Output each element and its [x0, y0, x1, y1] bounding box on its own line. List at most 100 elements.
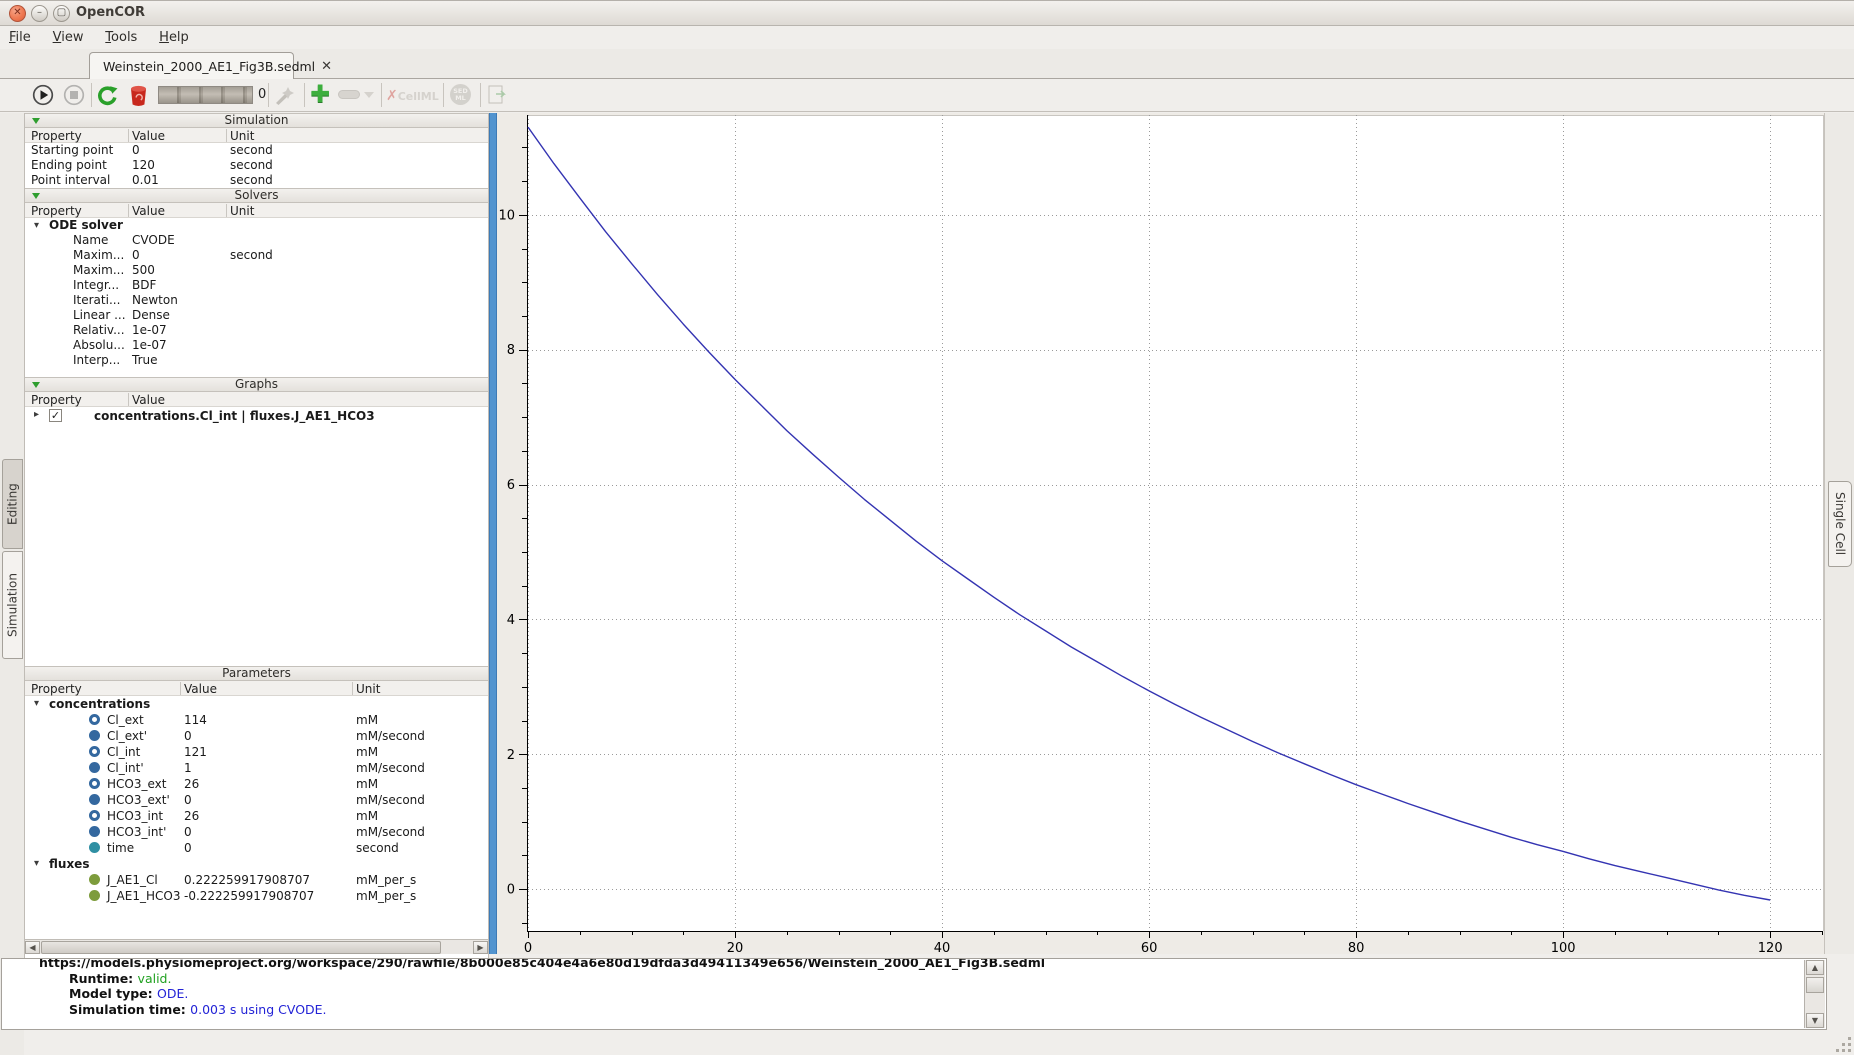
horizontal-scrollbar[interactable]: ◀ ▶ — [25, 939, 488, 954]
scroll-down-icon[interactable]: ▼ — [1806, 1013, 1824, 1028]
column-header: Property — [31, 204, 82, 218]
parameter-value: 0 — [184, 728, 192, 744]
property-row[interactable]: Point interval0.01second — [25, 173, 488, 188]
reset-parameters-button[interactable] — [96, 84, 119, 107]
property-value[interactable]: 0.01 — [132, 173, 159, 188]
column-divider[interactable] — [180, 682, 181, 695]
property-value[interactable]: 500 — [132, 263, 155, 278]
minimize-window-button[interactable]: – — [31, 5, 48, 22]
parameter-unit: mM — [356, 776, 378, 792]
parameter-row[interactable]: HCO3_ext'0mM/second — [25, 792, 488, 808]
simulation-properties-panel: SimulationPropertyValueUnitStarting poin… — [24, 113, 489, 963]
parameter-row[interactable]: HCO3_ext26mM — [25, 776, 488, 792]
title-bar[interactable]: ✕ – ▢ OpenCOR — [0, 1, 1854, 26]
property-value[interactable]: True — [132, 353, 158, 368]
clear-simulation-data-button[interactable] — [129, 84, 148, 107]
property-value[interactable]: CVODE — [132, 233, 175, 248]
window-resize-grip[interactable] — [1836, 1037, 1852, 1053]
parameter-row[interactable]: Cl_ext'0mM/second — [25, 728, 488, 744]
mode-tab-simulation[interactable]: Simulation — [2, 551, 23, 659]
panel-splitter-handle[interactable] — [489, 113, 497, 954]
solver-property-row[interactable]: Integr...BDF — [25, 278, 488, 293]
simulation-plot[interactable]: 0204060801001200246810 — [497, 113, 1824, 954]
column-divider[interactable] — [128, 204, 129, 217]
column-divider[interactable] — [226, 204, 227, 217]
solver-property-row[interactable]: Relativ...1e-07 — [25, 323, 488, 338]
close-window-button[interactable]: ✕ — [9, 5, 26, 22]
property-value[interactable]: 1e-07 — [132, 338, 167, 353]
section-header-simulation[interactable]: Simulation — [25, 113, 488, 128]
column-divider[interactable] — [128, 393, 129, 406]
mode-tab-single-cell[interactable]: Single Cell — [1828, 481, 1852, 567]
mode-tab-editing[interactable]: Editing — [2, 459, 23, 549]
parameter-group-row[interactable]: ▾fluxes — [25, 856, 488, 872]
tree-collapse-icon[interactable]: ▾ — [34, 696, 39, 712]
menu-file[interactable]: File — [0, 26, 40, 45]
parameter-group-row[interactable]: ▾concentrations — [25, 696, 488, 712]
tree-expand-icon[interactable]: ▸ — [34, 407, 39, 422]
property-value[interactable]: 0 — [132, 248, 140, 263]
file-tab[interactable]: Weinstein_2000_AE1_Fig3B.sedml ✕ — [89, 52, 294, 79]
parameter-row[interactable]: time0second — [25, 840, 488, 856]
menu-view[interactable]: View — [44, 26, 93, 45]
parameter-row[interactable]: J_AE1_Cl0.222259917908707mM_per_s — [25, 872, 488, 888]
scrollbar-thumb[interactable] — [1806, 977, 1824, 993]
property-value[interactable]: 120 — [132, 158, 155, 173]
solver-property-row[interactable]: Absolu...1e-07 — [25, 338, 488, 353]
graph-enabled-checkbox[interactable]: ✓ — [49, 409, 62, 422]
delay-wheel[interactable] — [158, 86, 253, 104]
column-header: Property — [31, 682, 82, 696]
property-row[interactable]: Ending point120second — [25, 158, 488, 173]
solver-property-row[interactable]: NameCVODE — [25, 233, 488, 248]
menu-help[interactable]: Help — [150, 26, 198, 45]
property-value[interactable]: 1e-07 — [132, 323, 167, 338]
collapse-arrow-icon[interactable] — [32, 382, 40, 388]
column-divider[interactable] — [128, 129, 129, 142]
tree-collapse-icon[interactable]: ▾ — [34, 856, 39, 872]
property-value[interactable]: 0 — [132, 143, 140, 158]
add-graph-panel-button[interactable]: ✚ — [310, 84, 330, 104]
property-row[interactable]: Starting point0second — [25, 143, 488, 158]
scroll-up-icon[interactable]: ▲ — [1806, 960, 1824, 975]
parameter-row[interactable]: Cl_int121mM — [25, 744, 488, 760]
parameter-row[interactable]: J_AE1_HCO3-0.222259917908707mM_per_s — [25, 888, 488, 904]
parameter-name: J_AE1_Cl — [107, 872, 158, 888]
tree-collapse-icon[interactable]: ▾ — [34, 218, 39, 233]
column-divider[interactable] — [352, 682, 353, 695]
plot-canvas[interactable]: 0204060801001200246810 — [497, 113, 1824, 954]
toolbar-separator — [480, 83, 481, 107]
collapse-arrow-icon[interactable] — [32, 193, 40, 199]
maximize-window-button[interactable]: ▢ — [53, 5, 70, 22]
scroll-right-icon[interactable]: ▶ — [473, 941, 488, 954]
tab-close-icon[interactable]: ✕ — [321, 60, 332, 73]
solver-property-row[interactable]: Linear ...Dense — [25, 308, 488, 323]
section-header-graphs[interactable]: Graphs — [25, 377, 488, 392]
solver-property-row[interactable]: Interp...True — [25, 353, 488, 368]
parameter-unit: mM — [356, 744, 378, 760]
simulation-toolbar: 0 ✚ ✗CellML SEDML — [0, 79, 1854, 112]
collapse-arrow-icon[interactable] — [32, 118, 40, 124]
parameter-row[interactable]: HCO3_int'0mM/second — [25, 824, 488, 840]
solver-property-row[interactable]: Maxim...500 — [25, 263, 488, 278]
parameter-row[interactable]: HCO3_int26mM — [25, 808, 488, 824]
scrollbar-thumb[interactable] — [41, 941, 441, 954]
section-header-solvers[interactable]: Solvers — [25, 188, 488, 203]
menu-tools[interactable]: Tools — [96, 26, 146, 45]
parameter-row[interactable]: Cl_int'1mM/second — [25, 760, 488, 776]
property-value[interactable]: Newton — [132, 293, 178, 308]
remove-graph-panel-dropdown-icon — [364, 92, 374, 98]
graph-row[interactable]: ▸✓concentrations.Cl_int | fluxes.J_AE1_H… — [25, 407, 488, 425]
column-divider[interactable] — [226, 129, 227, 142]
solver-property-row[interactable]: Maxim...0second — [25, 248, 488, 263]
section-header-parameters[interactable]: Parameters — [25, 666, 488, 681]
property-value[interactable]: BDF — [132, 278, 156, 293]
solver-group-row[interactable]: ▾ODE solver — [25, 218, 488, 233]
solver-property-row[interactable]: Iterati...Newton — [25, 293, 488, 308]
vertical-scrollbar[interactable]: ▲ ▼ — [1804, 960, 1825, 1028]
property-value[interactable]: Dense — [132, 308, 170, 323]
scroll-left-icon[interactable]: ◀ — [25, 941, 40, 954]
run-simulation-button[interactable] — [32, 84, 54, 106]
state-variable-icon — [89, 778, 100, 789]
simulation-time-line: Simulation time: 0.003 s using CVODE. — [2, 1002, 1792, 1018]
parameter-row[interactable]: Cl_ext114mM — [25, 712, 488, 728]
